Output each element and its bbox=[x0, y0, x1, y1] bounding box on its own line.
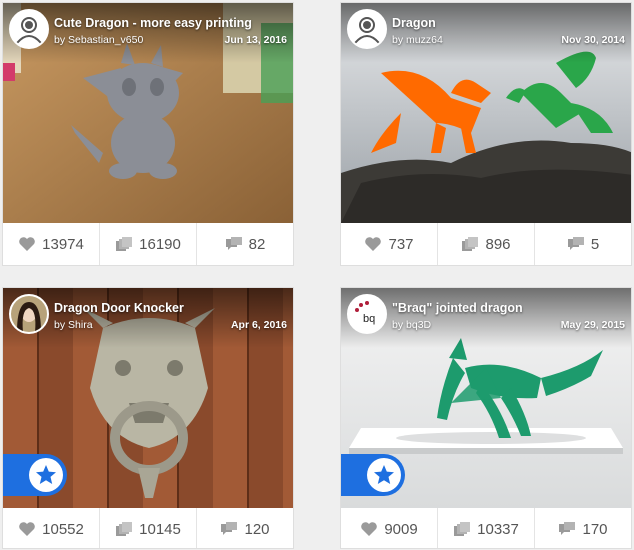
author-byline[interactable]: by bq3D bbox=[392, 319, 431, 331]
author-name[interactable]: muzz64 bbox=[406, 34, 443, 46]
author-byline[interactable]: by muzz64 bbox=[392, 34, 443, 46]
author-name[interactable]: Sebastian_v650 bbox=[68, 34, 143, 46]
collect-button[interactable]: 10145 bbox=[100, 508, 197, 548]
thing-title[interactable]: Dragon Door Knocker bbox=[54, 301, 184, 315]
publish-date: Apr 6, 2016 bbox=[230, 319, 287, 331]
thing-title[interactable]: Dragon bbox=[392, 16, 436, 30]
collection-icon bbox=[116, 237, 133, 251]
like-count: 737 bbox=[388, 235, 414, 253]
by-prefix: by bbox=[54, 34, 66, 46]
thing-card[interactable]: Cute Dragon - more easy printing by Seba… bbox=[2, 2, 294, 266]
thing-title[interactable]: Cute Dragon - more easy printing bbox=[54, 16, 252, 30]
thing-card[interactable]: bq "Braq" jointed dragon by bq3D May 29,… bbox=[340, 287, 632, 549]
thing-card[interactable]: Dragon by muzz64 Nov 30, 2014 737 896 5 bbox=[340, 2, 632, 266]
comment-button[interactable]: 120 bbox=[197, 508, 293, 548]
author-avatar[interactable]: bq bbox=[347, 294, 387, 334]
like-button[interactable]: 737 bbox=[341, 223, 438, 265]
comment-icon bbox=[221, 522, 238, 535]
comment-button[interactable]: 170 bbox=[535, 508, 631, 548]
collect-button[interactable]: 896 bbox=[438, 223, 535, 265]
comment-button[interactable]: 82 bbox=[197, 223, 293, 265]
publish-date: Nov 30, 2014 bbox=[561, 34, 625, 46]
stats-bar: 13974 16190 82 bbox=[3, 223, 293, 265]
like-button[interactable]: 13974 bbox=[3, 223, 100, 265]
publish-date: Jun 13, 2016 bbox=[224, 34, 287, 46]
comment-icon bbox=[225, 237, 242, 250]
heart-icon bbox=[361, 522, 378, 536]
by-prefix: by bbox=[392, 34, 404, 46]
collection-icon bbox=[116, 522, 133, 536]
like-count: 9009 bbox=[384, 520, 418, 538]
like-button[interactable]: 9009 bbox=[341, 508, 438, 548]
publish-date: May 29, 2015 bbox=[560, 319, 625, 331]
heart-icon bbox=[19, 522, 35, 536]
author-byline[interactable]: by Shira bbox=[54, 319, 93, 331]
author-avatar[interactable] bbox=[347, 9, 387, 49]
comment-count: 170 bbox=[582, 520, 608, 538]
collect-count: 10337 bbox=[477, 520, 519, 538]
heart-icon bbox=[19, 237, 35, 251]
by-prefix: by bbox=[54, 319, 66, 331]
author-avatar[interactable] bbox=[9, 9, 49, 49]
collect-count: 16190 bbox=[139, 235, 181, 253]
stats-bar: 9009 10337 170 bbox=[341, 508, 631, 548]
thing-card[interactable]: Dragon Door Knocker by Shira Apr 6, 2016… bbox=[2, 287, 294, 549]
avatar-text: bq bbox=[363, 313, 375, 325]
collection-icon bbox=[454, 522, 471, 536]
author-avatar[interactable] bbox=[9, 294, 49, 334]
comment-icon bbox=[559, 522, 576, 535]
collect-count: 896 bbox=[485, 235, 511, 253]
comment-count: 5 bbox=[590, 235, 600, 253]
like-count: 10552 bbox=[42, 520, 84, 538]
featured-badge[interactable] bbox=[341, 454, 405, 496]
like-count: 13974 bbox=[42, 235, 84, 253]
featured-badge[interactable] bbox=[3, 454, 67, 496]
author-name[interactable]: bq3D bbox=[406, 319, 431, 331]
star-icon bbox=[36, 465, 56, 484]
comment-count: 120 bbox=[244, 520, 270, 538]
heart-icon bbox=[365, 237, 382, 251]
star-icon bbox=[374, 465, 394, 484]
author-name[interactable]: Shira bbox=[68, 319, 93, 331]
comment-icon bbox=[567, 237, 584, 250]
by-prefix: by bbox=[392, 319, 404, 331]
comment-count: 82 bbox=[248, 235, 266, 253]
thing-title[interactable]: "Braq" jointed dragon bbox=[392, 301, 523, 315]
collect-button[interactable]: 16190 bbox=[100, 223, 197, 265]
comment-button[interactable]: 5 bbox=[535, 223, 631, 265]
collect-count: 10145 bbox=[139, 520, 181, 538]
stats-bar: 10552 10145 120 bbox=[3, 508, 293, 548]
stats-bar: 737 896 5 bbox=[341, 223, 631, 265]
author-byline[interactable]: by Sebastian_v650 bbox=[54, 34, 143, 46]
like-button[interactable]: 10552 bbox=[3, 508, 100, 548]
collection-icon bbox=[462, 237, 479, 251]
collect-button[interactable]: 10337 bbox=[438, 508, 535, 548]
